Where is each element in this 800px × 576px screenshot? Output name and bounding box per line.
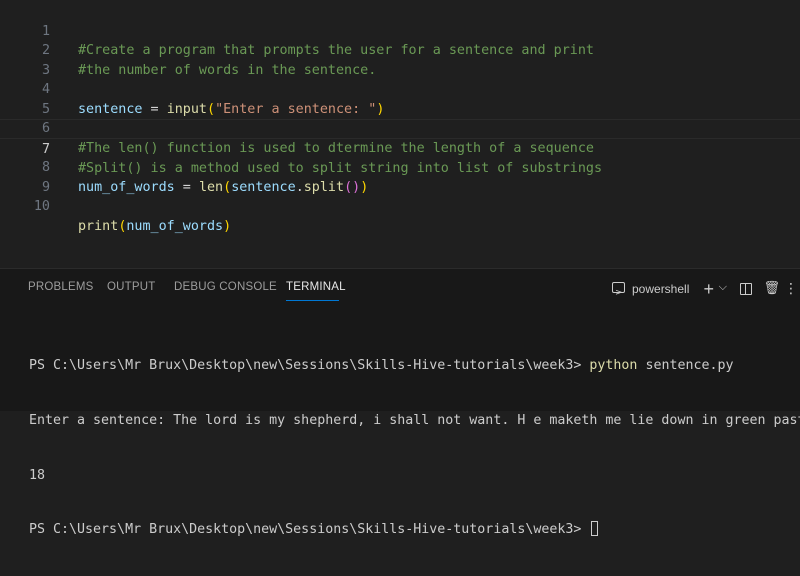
new-terminal-icon[interactable]: + xyxy=(703,277,714,301)
panel-tabs: PROBLEMS OUTPUT DEBUG CONSOLE TERMINAL >… xyxy=(0,269,800,307)
terminal-line: PS C:\Users\Mr Brux\Desktop\new\Sessions… xyxy=(29,521,800,539)
terminal-line: 18 xyxy=(29,467,46,483)
code-variable: num_of_words xyxy=(126,218,224,234)
line-number: 10 xyxy=(33,199,50,214)
terminal-icon: > xyxy=(612,282,625,298)
terminal-line: PS C:\Users\Mr Brux\Desktop\new\Sessions… xyxy=(29,357,800,375)
tab-debug-console[interactable]: DEBUG CONSOLE xyxy=(174,281,277,293)
terminal-line: Enter a sentence: The lord is my shepher… xyxy=(29,413,800,428)
code-line[interactable]: 5 xyxy=(0,80,800,117)
terminal-shell-selector[interactable]: > powershell xyxy=(612,277,690,301)
code-line[interactable]: 9 xyxy=(0,158,800,195)
code-line[interactable]: 3 xyxy=(0,41,800,78)
more-actions-icon[interactable]: ⋮ xyxy=(784,277,798,301)
active-tab-indicator xyxy=(286,300,339,301)
chevron-down-icon[interactable]: ⌵ xyxy=(719,275,727,299)
tab-problems[interactable]: PROBLEMS xyxy=(28,281,94,293)
code-line[interactable]: 2 #the number of words in the sentence. xyxy=(0,22,800,78)
code-line[interactable]: 1 #Create a program that prompts the use… xyxy=(0,2,800,59)
tab-terminal[interactable]: TERMINAL xyxy=(286,281,346,293)
terminal-cursor xyxy=(591,521,599,537)
terminal-command: python xyxy=(589,358,638,374)
terminal-output[interactable]: PS C:\Users\Mr Brux\Desktop\new\Sessions… xyxy=(29,321,800,576)
terminal-prompt: PS C:\Users\Mr Brux\Desktop\new\Sessions… xyxy=(29,358,590,374)
split-terminal-icon[interactable] xyxy=(740,283,752,295)
bottom-panel: PROBLEMS OUTPUT DEBUG CONSOLE TERMINAL >… xyxy=(0,268,800,537)
code-editor[interactable]: 1 #Create a program that prompts the use… xyxy=(0,0,800,268)
code-function: print xyxy=(78,218,119,234)
code-bracket: ) xyxy=(223,218,232,234)
shell-label: powershell xyxy=(632,282,690,296)
code-line[interactable]: 6 #The len() function is used to dtermin… xyxy=(0,100,800,156)
code-line[interactable]: 10 print(num_of_words) xyxy=(0,178,800,234)
code-line[interactable]: 8 num_of_words = len(sentence.split()) xyxy=(0,139,800,195)
terminal-command-args: sentence.py xyxy=(637,358,734,374)
code-line-current[interactable]: 7 #Split() is a method used to split str… xyxy=(0,119,800,176)
trash-icon[interactable]: 🗑 xyxy=(763,277,780,301)
tab-output[interactable]: OUTPUT xyxy=(107,281,155,293)
terminal-prompt: PS C:\Users\Mr Brux\Desktop\new\Sessions… xyxy=(29,522,590,538)
code-line[interactable]: 4 sentence = input("Enter a sentence: ") xyxy=(0,61,800,117)
